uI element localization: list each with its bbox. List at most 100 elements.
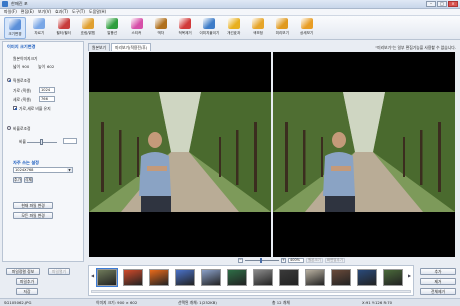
thumbnail[interactable]: [305, 269, 325, 286]
keep-ratio-checkbox[interactable]: [13, 106, 17, 110]
thumbnail[interactable]: [357, 269, 377, 286]
fit-screen-button[interactable]: 화면맞추기: [324, 258, 345, 263]
toolbar-button-8[interactable]: 이미지붙이기: [198, 17, 220, 39]
thumbnail[interactable]: [123, 269, 143, 286]
menu-tools[interactable]: 도구(T): [72, 9, 85, 15]
original-width-value: 900: [22, 64, 30, 69]
scroll-right-icon[interactable]: ▶: [407, 273, 412, 282]
resize-panel: 이미지 크기변경 원본이미지크기 넓이 900 높이 602 픽셀로조정 가로 …: [2, 41, 84, 262]
ratio-slider-thumb[interactable]: [40, 139, 43, 145]
thumbnail[interactable]: [253, 269, 273, 286]
brightness-icon: [81, 18, 94, 29]
toolbar-button-0[interactable]: 크기변경: [4, 17, 26, 39]
remove-all-button[interactable]: 전체제거: [420, 288, 456, 295]
scroll-left-icon[interactable]: ◀: [90, 273, 95, 282]
menu-view[interactable]: 보기(V): [38, 9, 51, 15]
height-input[interactable]: 766: [39, 96, 55, 102]
menu-help[interactable]: 도움말(H): [89, 9, 106, 15]
thumbnail[interactable]: [227, 269, 247, 286]
toolbar-button-12[interactable]: 상세보기: [296, 17, 318, 39]
resize-icon: [9, 19, 21, 30]
toolbar-button-4[interactable]: 말풍선: [101, 17, 123, 39]
paste-image-icon: [203, 18, 216, 29]
original-height-label: 높이: [38, 64, 45, 69]
minimize-button[interactable]: –: [426, 1, 436, 7]
thumbnail[interactable]: [96, 268, 118, 287]
toolbar-button-9[interactable]: 개선효과: [223, 17, 245, 39]
file-buttons: 파일정렬 정보 파일열기 파일추가 저장: [2, 265, 84, 298]
toolbar-button-5[interactable]: 스티커: [126, 17, 148, 39]
toolbar-button-label: 액자: [157, 31, 165, 35]
original-size-label: 원본이미지크기: [13, 56, 38, 61]
strip-scrollbar[interactable]: [91, 290, 411, 293]
toolbar-button-1[interactable]: 자르기: [28, 17, 50, 39]
apply-current-button[interactable]: 현재 파일 변경: [13, 202, 53, 209]
thumbnail[interactable]: [149, 269, 169, 286]
menu-file[interactable]: 파일(F): [4, 9, 17, 15]
open-file-button[interactable]: 파일열기: [48, 268, 70, 275]
thumbnail[interactable]: [175, 269, 195, 286]
toolbar-button-label: 개선효과: [227, 31, 241, 35]
status-filename: SG105062.JPG: [4, 300, 32, 305]
percent-mode-radio[interactable]: [7, 126, 11, 130]
view-tabs: 원본보기 미리보기(적용전/후): [88, 43, 152, 51]
add-button[interactable]: 추가: [420, 268, 456, 275]
crop-icon: [33, 18, 46, 29]
toolbar-button-label: 적목제거: [178, 31, 192, 35]
preview-viewer[interactable]: [273, 52, 455, 257]
delete-setting-button[interactable]: 삭제: [24, 177, 33, 183]
menu-bar: 파일(F) 편집(E) 보기(V) 효과(T) 도구(T) 도움말(H): [0, 9, 460, 16]
toolbar-button-2[interactable]: 필터/필터: [53, 17, 75, 39]
width-input[interactable]: 1024: [39, 87, 55, 93]
pixel-mode-radio[interactable]: [7, 78, 11, 82]
thumbnail-strip[interactable]: ◀ ▶: [88, 265, 414, 296]
zoom-slider[interactable]: [245, 258, 279, 263]
add-file-button[interactable]: 파일추가: [16, 278, 38, 285]
toolbar-button-11[interactable]: 미리보기: [271, 17, 293, 39]
toolbar-button-label: 색보정: [253, 31, 263, 35]
zoom-slider-thumb[interactable]: [260, 258, 262, 263]
add-setting-button[interactable]: 추가: [13, 177, 22, 183]
ratio-label: 비율: [19, 139, 26, 144]
toolbar-button-label: 크기변경: [8, 32, 22, 36]
sticker-icon: [130, 18, 143, 29]
thumbnail[interactable]: [279, 269, 299, 286]
frame-icon: [154, 18, 167, 29]
thumbnail[interactable]: [383, 269, 403, 286]
toolbar-button-label: 말풍선: [107, 31, 118, 35]
zoom-value[interactable]: 400%: [288, 258, 304, 263]
menu-effects[interactable]: 효과(T): [55, 9, 68, 15]
toolbar-button-6[interactable]: 액자: [150, 17, 172, 39]
status-image-size: 이미지 크기: 900 × 602: [96, 299, 138, 305]
percent-mode-label: 비율로조정: [13, 126, 31, 131]
width-label: 가로 (픽셀): [13, 88, 32, 93]
tab-preview[interactable]: 미리보기(적용전/후): [110, 43, 152, 51]
status-bar: SG105062.JPG 이미지 크기: 900 × 602 선택된 개체: 1…: [0, 298, 460, 306]
zoom-out-button[interactable]: −: [238, 258, 243, 263]
menu-edit[interactable]: 편집(E): [21, 9, 34, 15]
toolbar-button-label: 필터/필터: [56, 31, 71, 35]
app-icon: [2, 1, 8, 7]
ratio-input[interactable]: [63, 138, 77, 144]
detail-icon: [300, 18, 313, 29]
redeye-icon: [179, 18, 192, 29]
close-button[interactable]: ×: [448, 1, 458, 7]
thumbnail[interactable]: [201, 269, 221, 286]
toolbar-button-7[interactable]: 적목제거: [174, 17, 196, 39]
save-button[interactable]: 저장: [16, 288, 38, 295]
resize-section-title: 이미지 크기변경: [7, 44, 36, 49]
sort-info-button[interactable]: 파일정렬 정보: [6, 268, 40, 275]
zoom-in-button[interactable]: +: [281, 258, 286, 263]
toolbar-button-3[interactable]: 흐림/밝힘: [77, 17, 99, 39]
original-height-value: 602: [47, 64, 55, 69]
remove-button[interactable]: 제거: [420, 278, 456, 285]
original-viewer[interactable]: [89, 52, 271, 257]
apply-all-button[interactable]: 모든 파일 변경: [13, 212, 53, 219]
toolbar-button-10[interactable]: 색보정: [247, 17, 269, 39]
recent-settings-dropdown[interactable]: 1024X768 ▼: [13, 167, 73, 173]
tab-original[interactable]: 원본보기: [88, 43, 110, 51]
title-bar: 한매진 포 – □ ×: [0, 0, 460, 9]
thumbnail[interactable]: [331, 269, 351, 286]
maximize-button[interactable]: □: [437, 1, 447, 7]
actual-size-button[interactable]: 원본크기: [306, 258, 323, 263]
